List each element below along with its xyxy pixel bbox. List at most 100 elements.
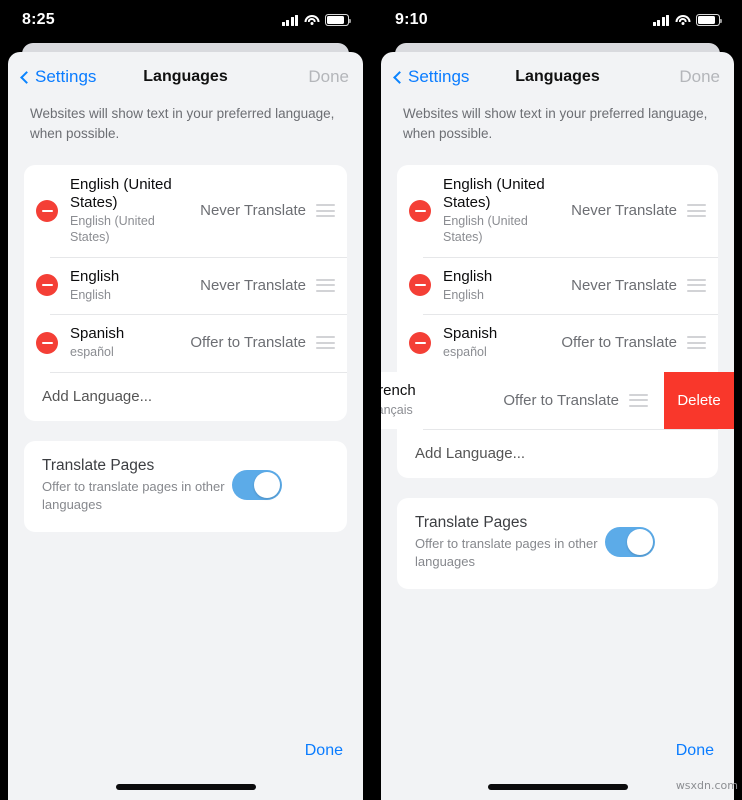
language-names: English (United States) English (United … [443,176,563,246]
language-translate-action[interactable]: Never Translate [200,277,316,294]
translate-pages-card: Translate Pages Offer to translate pages… [397,497,718,589]
swiped-language-row[interactable]: French français Offer to Translate Delet… [381,371,734,429]
reorder-handle-icon[interactable] [316,278,335,292]
cellular-signal-icon [281,14,298,26]
translate-pages-texts: Translate Pages Offer to translate pages… [415,513,605,572]
reorder-handle-icon[interactable] [687,336,706,350]
language-translate-action[interactable]: Never Translate [571,277,687,294]
remove-minus-icon[interactable] [409,199,431,222]
language-native-name: español [443,345,487,360]
chevron-left-icon [393,70,406,84]
add-language-button[interactable]: Add Language... [397,428,718,478]
language-names: English (United States) English (United … [70,176,190,246]
back-button-label: Settings [35,67,97,86]
reorder-handle-icon[interactable] [316,204,335,218]
language-list-card: English (United States) English (United … [381,164,734,478]
remove-minus-icon[interactable] [36,199,58,222]
settings-sheet-left: Settings Languages Done Websites will sh… [8,52,363,800]
language-primary-name: English (United States) [443,175,545,211]
reorder-handle-icon[interactable] [687,278,706,292]
back-button[interactable]: Settings [393,67,470,87]
status-clock: 8:25 [22,11,55,28]
language-primary-name: French [381,382,416,400]
back-button[interactable]: Settings [20,67,97,87]
site-watermark: wsxdn.com [675,779,738,792]
translate-pages-row[interactable]: Translate Pages Offer to translate pages… [397,498,718,589]
language-names: Spanish español [70,325,190,361]
translate-pages-toggle[interactable] [232,470,282,501]
nav-done-button[interactable]: Done [308,67,349,87]
bottom-done-button[interactable]: Done [305,742,343,760]
nav-done-button[interactable]: Done [679,67,720,87]
language-translate-action[interactable]: Offer to Translate [561,334,687,351]
navigation-bar-left: Settings Languages Done [8,52,363,102]
language-native-name: English (United States) [70,214,155,245]
language-translate-action[interactable]: Never Translate [200,202,316,219]
translate-pages-toggle[interactable] [605,527,655,558]
language-native-name: français [381,402,413,417]
reorder-handle-icon[interactable] [687,204,706,218]
language-names: English English [70,268,190,304]
language-row[interactable]: English (United States) English (United … [397,165,718,257]
wifi-icon [304,14,319,26]
translate-pages-subtitle: Offer to translate pages in other langua… [42,478,225,513]
remove-minus-icon[interactable] [36,274,58,297]
language-primary-name: English [70,267,120,285]
language-names: English English [443,268,563,304]
chevron-left-icon [20,70,33,84]
phone-screen-right: 9:10 Settings Languages Done Websites wi… [371,0,742,800]
battery-icon [325,14,352,26]
language-list-card: English (United States) English (United … [24,164,347,421]
language-row[interactable]: English English Never Translate [24,256,347,315]
delete-button[interactable]: Delete [664,371,734,429]
section-description: Websites will show text in your preferre… [403,106,708,142]
back-button-label: Settings [408,67,470,86]
status-clock: 9:10 [395,11,428,28]
language-primary-name: English (United States) [70,175,172,211]
home-indicator [487,784,628,790]
status-bar-left: 8:25 [0,0,371,40]
status-icons [281,14,352,26]
cellular-signal-icon [652,14,669,26]
language-names: Spanish español [443,325,561,361]
settings-sheet-right: Settings Languages Done Websites will sh… [381,52,734,800]
language-primary-name: English [443,267,493,285]
bottom-done-button[interactable]: Done [676,742,714,760]
language-row[interactable]: English English Never Translate [397,256,718,315]
language-native-name: English [70,287,111,302]
translate-pages-title: Translate Pages [42,456,155,474]
screenshot-root: 8:25 Settings Languages Done Websites wi… [0,0,742,800]
translate-pages-subtitle: Offer to translate pages in other langua… [415,535,598,570]
remove-minus-icon[interactable] [409,274,431,297]
language-translate-action[interactable]: Never Translate [571,202,687,219]
section-description: Websites will show text in your preferre… [30,106,335,142]
language-primary-name: Spanish [443,325,498,343]
status-bar-right: 9:10 [373,0,742,40]
phone-screen-left: 8:25 Settings Languages Done Websites wi… [0,0,371,800]
toggle-knob [627,529,653,556]
remove-minus-icon[interactable] [36,331,58,354]
language-native-name: English (United States) [443,214,528,245]
language-row[interactable]: Spanish español Offer to Translate [24,314,347,372]
translate-pages-texts: Translate Pages Offer to translate pages… [42,456,232,515]
navigation-bar-right: Settings Languages Done [381,52,734,102]
status-icons [652,14,723,26]
language-translate-action[interactable]: Offer to Translate [190,334,316,351]
language-native-name: English [443,287,484,302]
language-translate-action[interactable]: Offer to Translate [503,392,629,409]
remove-minus-icon[interactable] [409,331,431,354]
translate-pages-title: Translate Pages [415,513,528,531]
reorder-handle-icon[interactable] [629,393,648,407]
reorder-handle-icon[interactable] [316,336,335,350]
language-native-name: español [70,345,114,360]
language-names: French français [381,382,489,418]
language-row[interactable]: English (United States) English (United … [24,165,347,257]
language-primary-name: Spanish [70,325,125,343]
home-indicator [115,784,256,790]
battery-icon [696,14,723,26]
wifi-icon [675,14,690,26]
swiped-row-content[interactable]: French français Offer to Translate [381,371,648,429]
translate-pages-row[interactable]: Translate Pages Offer to translate pages… [24,441,347,532]
add-language-button[interactable]: Add Language... [24,371,347,421]
language-row[interactable]: Spanish español Offer to Translate [397,314,718,372]
